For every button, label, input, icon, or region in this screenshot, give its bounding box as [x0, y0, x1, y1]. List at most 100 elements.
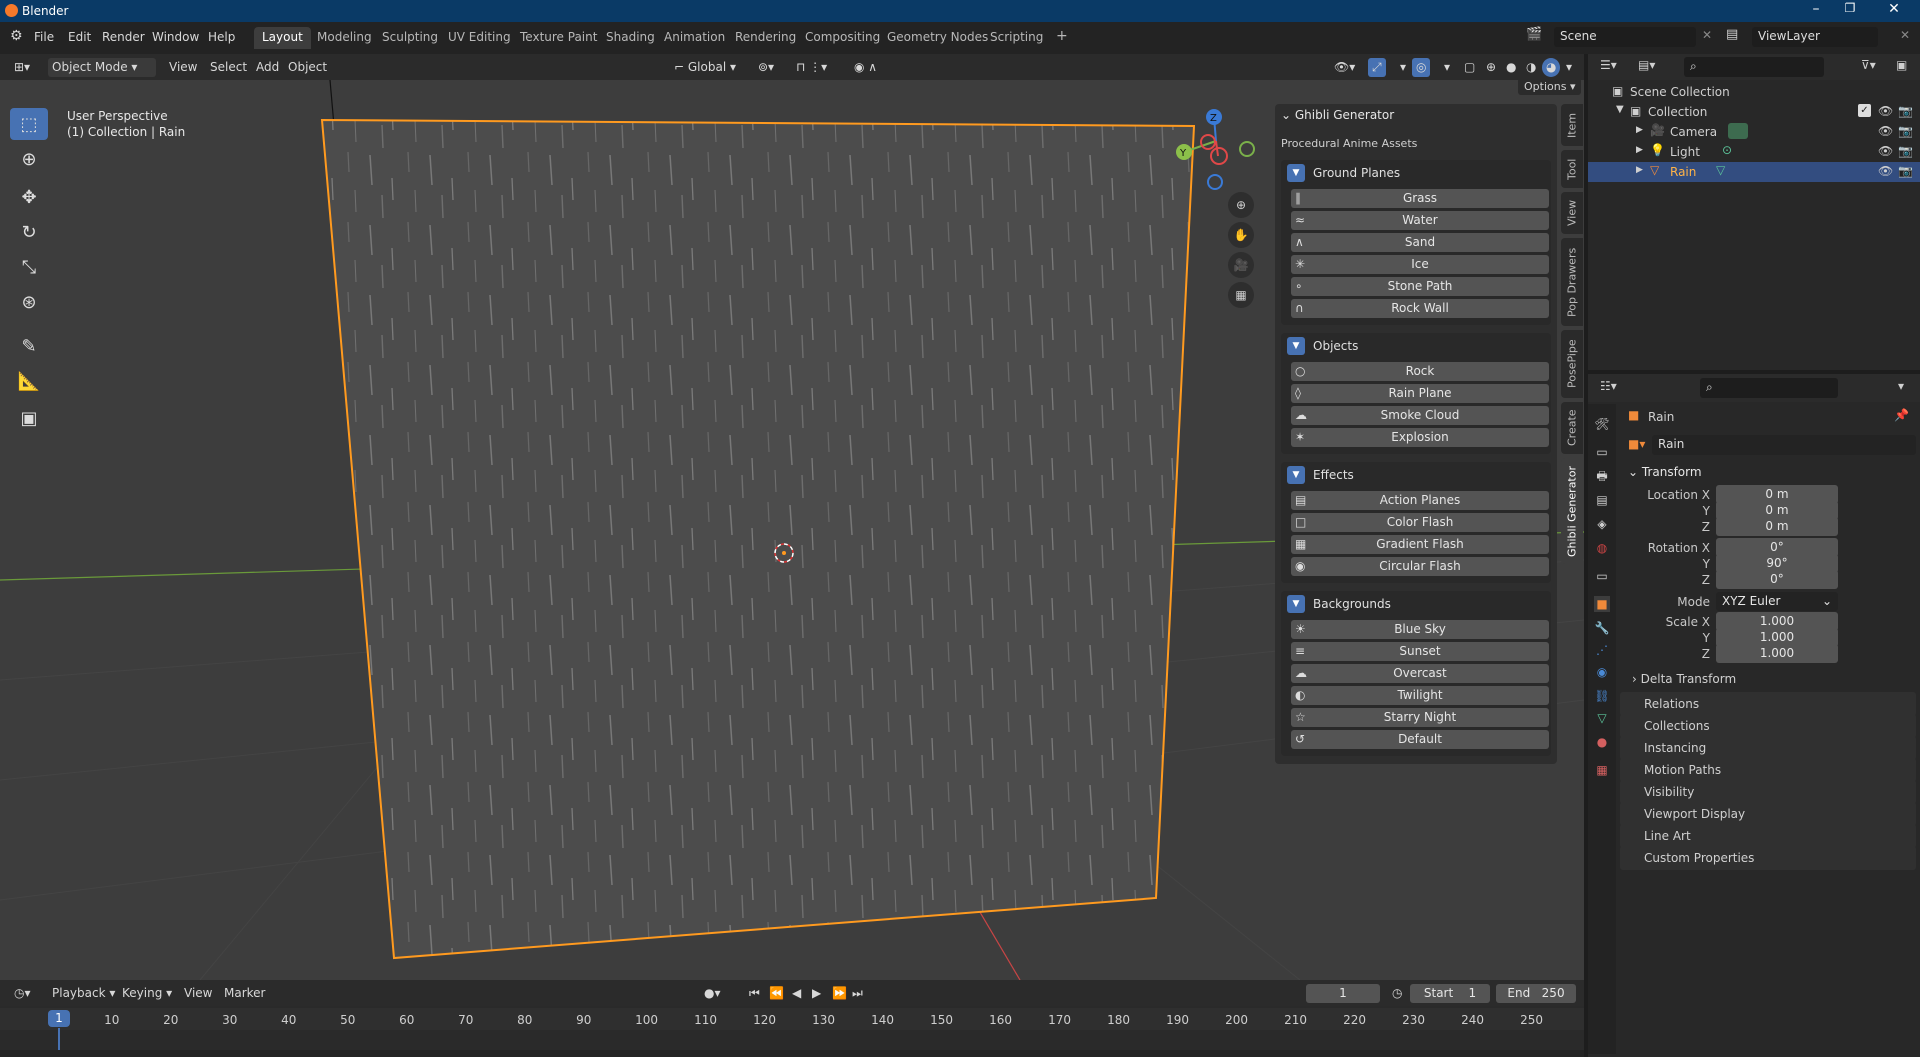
pin-icon[interactable]: 📌 — [1894, 408, 1909, 422]
play-reverse-icon[interactable]: ◀ — [788, 984, 805, 1003]
pivot-icon[interactable]: ⊚▾ — [754, 58, 778, 77]
render-camera-icon[interactable]: 📷 — [1898, 144, 1913, 158]
constraints-tab-icon[interactable]: ⛓ — [1594, 688, 1610, 704]
menu-edit[interactable]: Edit — [68, 30, 91, 44]
properties-search-input[interactable]: ⌕ — [1700, 378, 1838, 398]
new-collection-icon[interactable]: ▣ — [1896, 58, 1907, 72]
section-header-ground-planes[interactable]: ▼ Ground Planes — [1287, 162, 1400, 184]
options-button[interactable]: Options ▾ — [1518, 80, 1582, 95]
tab-uv-editing[interactable]: UV Editing — [440, 27, 519, 49]
timeline-view-menu[interactable]: View — [180, 984, 216, 1003]
outliner-row-camera[interactable]: ▶ 🎥 Camera 👁 📷 — [1588, 122, 1920, 142]
start-frame-field[interactable]: Start 1 — [1410, 984, 1490, 1003]
side-tab-item[interactable]: Item — [1561, 104, 1583, 146]
annotate-tool-icon[interactable]: ✎ — [10, 330, 48, 362]
solid-shading-icon[interactable]: ● — [1502, 58, 1520, 77]
material-shading-icon[interactable]: ◑ — [1522, 58, 1540, 77]
tab-modeling[interactable]: Modeling — [309, 27, 380, 49]
tab-compositing[interactable]: Compositing — [797, 27, 888, 49]
camera-view-icon[interactable]: 🎥 — [1228, 252, 1254, 278]
shading-dropdown-icon[interactable]: ▾ — [1562, 58, 1576, 77]
light-data-icon[interactable]: ⊙ — [1722, 143, 1732, 157]
side-tab-pop-drawers[interactable]: Pop Drawers — [1561, 238, 1583, 326]
minimize-button[interactable]: – — [1801, 1, 1831, 17]
playback-menu[interactable]: Playback ▾ — [48, 984, 119, 1003]
side-tab-ghibli-generator[interactable]: Ghibli Generator — [1561, 458, 1583, 564]
btn-ice[interactable]: ✳ Ice — [1291, 255, 1549, 274]
world-tab-icon[interactable]: ◍ — [1594, 540, 1610, 556]
object-tab-icon[interactable]: ■ — [1594, 596, 1610, 612]
add-workspace-button[interactable]: + — [1048, 25, 1076, 47]
btn-rock-wall[interactable]: ∩ Rock Wall — [1291, 299, 1549, 318]
side-tab-posepipe[interactable]: PosePipe — [1561, 330, 1583, 398]
outliner-editor-icon[interactable]: ☰▾ — [1600, 58, 1617, 72]
menu-file[interactable]: File — [34, 30, 54, 44]
tab-scripting[interactable]: Scripting — [982, 27, 1051, 49]
expand-icon[interactable]: ▶ — [1636, 165, 1643, 175]
btn-rain-plane[interactable]: ◊ Rain Plane — [1291, 384, 1549, 403]
collections-panel[interactable]: Collections — [1620, 714, 1916, 738]
custom-properties-panel[interactable]: Custom Properties — [1620, 846, 1916, 870]
tab-rendering[interactable]: Rendering — [727, 27, 804, 49]
add-cube-tool-icon[interactable]: ▣ — [10, 402, 48, 434]
scene-tab-icon[interactable]: ◈ — [1594, 516, 1610, 532]
relations-panel[interactable]: Relations — [1620, 692, 1916, 716]
close-button[interactable]: ✕ — [1879, 1, 1909, 17]
view-layer-tab-icon[interactable]: ▤ — [1594, 492, 1610, 508]
btn-water[interactable]: ≈ Water — [1291, 211, 1549, 230]
btn-starry-night[interactable]: ☆ Starry Night — [1291, 708, 1549, 727]
properties-options-icon[interactable]: ▾ — [1898, 379, 1904, 393]
visibility-eye-icon[interactable]: 👁 — [1878, 164, 1893, 178]
viewport-menu-select[interactable]: Select — [206, 58, 251, 77]
current-frame-field[interactable]: 1 — [1306, 984, 1380, 1003]
proportional-edit-icon[interactable]: ◉ ∧ — [850, 58, 881, 77]
render-camera-icon[interactable]: 📷 — [1898, 104, 1913, 118]
gizmo-dropdown-icon[interactable]: ▾ — [1396, 58, 1410, 77]
btn-default[interactable]: ↺ Default — [1291, 730, 1549, 749]
btn-gradient-flash[interactable]: ▦ Gradient Flash — [1291, 535, 1549, 554]
visibility-panel[interactable]: Visibility — [1620, 780, 1916, 804]
maximize-button[interactable]: ❐ — [1835, 1, 1865, 15]
end-frame-field[interactable]: End 250 — [1496, 984, 1576, 1003]
marker-menu[interactable]: Marker — [220, 984, 269, 1003]
visibility-eye-icon[interactable]: 👁 — [1878, 144, 1893, 158]
jump-start-icon[interactable]: ⏮ — [745, 984, 764, 1003]
line-art-panel[interactable]: Line Art — [1620, 824, 1916, 848]
btn-sand[interactable]: ∧ Sand — [1291, 233, 1549, 252]
output-tab-icon[interactable]: 🖶 — [1594, 468, 1610, 484]
menu-help[interactable]: Help — [208, 30, 235, 44]
camera-data-icon[interactable] — [1728, 123, 1748, 139]
side-tab-tool[interactable]: Tool — [1561, 150, 1583, 188]
physics-tab-icon[interactable]: ◉ — [1594, 664, 1610, 680]
blender-menu-icon[interactable]: ⚙ — [10, 28, 23, 44]
scale-tool-icon[interactable]: ⤡ — [10, 251, 48, 283]
pan-hand-icon[interactable]: ✋ — [1228, 222, 1254, 248]
btn-explosion[interactable]: ✶ Explosion — [1291, 428, 1549, 447]
rotation-mode-select[interactable]: XYZ Euler ⌄ — [1716, 592, 1838, 611]
tab-texture-paint[interactable]: Texture Paint — [512, 27, 605, 49]
menu-render[interactable]: Render — [102, 30, 145, 44]
btn-blue-sky[interactable]: ☀ Blue Sky — [1291, 620, 1549, 639]
scene-selector[interactable]: Scene — [1554, 27, 1696, 47]
delta-transform-header[interactable]: › Delta Transform — [1632, 672, 1736, 686]
btn-color-flash[interactable]: □ Color Flash — [1291, 513, 1549, 532]
outliner-row-collection[interactable]: ▼ ▣ Collection ✓ 👁 📷 — [1588, 102, 1920, 122]
properties-editor-icon[interactable]: ☷▾ — [1600, 379, 1617, 393]
render-camera-icon[interactable]: 📷 — [1898, 164, 1913, 178]
timeline-scrollbar[interactable] — [0, 1050, 1584, 1057]
instancing-panel[interactable]: Instancing — [1620, 736, 1916, 760]
btn-overcast[interactable]: ☁ Overcast — [1291, 664, 1549, 683]
expand-icon[interactable]: ▶ — [1636, 145, 1643, 155]
btn-circular-flash[interactable]: ◉ Circular Flash — [1291, 557, 1549, 576]
material-tab-icon[interactable]: ● — [1594, 734, 1610, 750]
filter-icon[interactable]: ⊽▾ — [1861, 58, 1876, 72]
transform-tool-icon[interactable]: ⊛ — [10, 286, 48, 318]
select-box-tool-icon[interactable]: ⬚ — [10, 108, 48, 140]
object-data-icon[interactable]: ■▾ — [1628, 437, 1645, 451]
tab-shading[interactable]: Shading — [598, 27, 663, 49]
display-mode-icon[interactable]: ▤▾ — [1638, 58, 1655, 72]
btn-twilight[interactable]: ◐ Twilight — [1291, 686, 1549, 705]
menu-window[interactable]: Window — [152, 30, 199, 44]
btn-sunset[interactable]: ≡ Sunset — [1291, 642, 1549, 661]
outliner-row-light[interactable]: ▶ 💡 Light ⊙ 👁 📷 — [1588, 142, 1920, 162]
